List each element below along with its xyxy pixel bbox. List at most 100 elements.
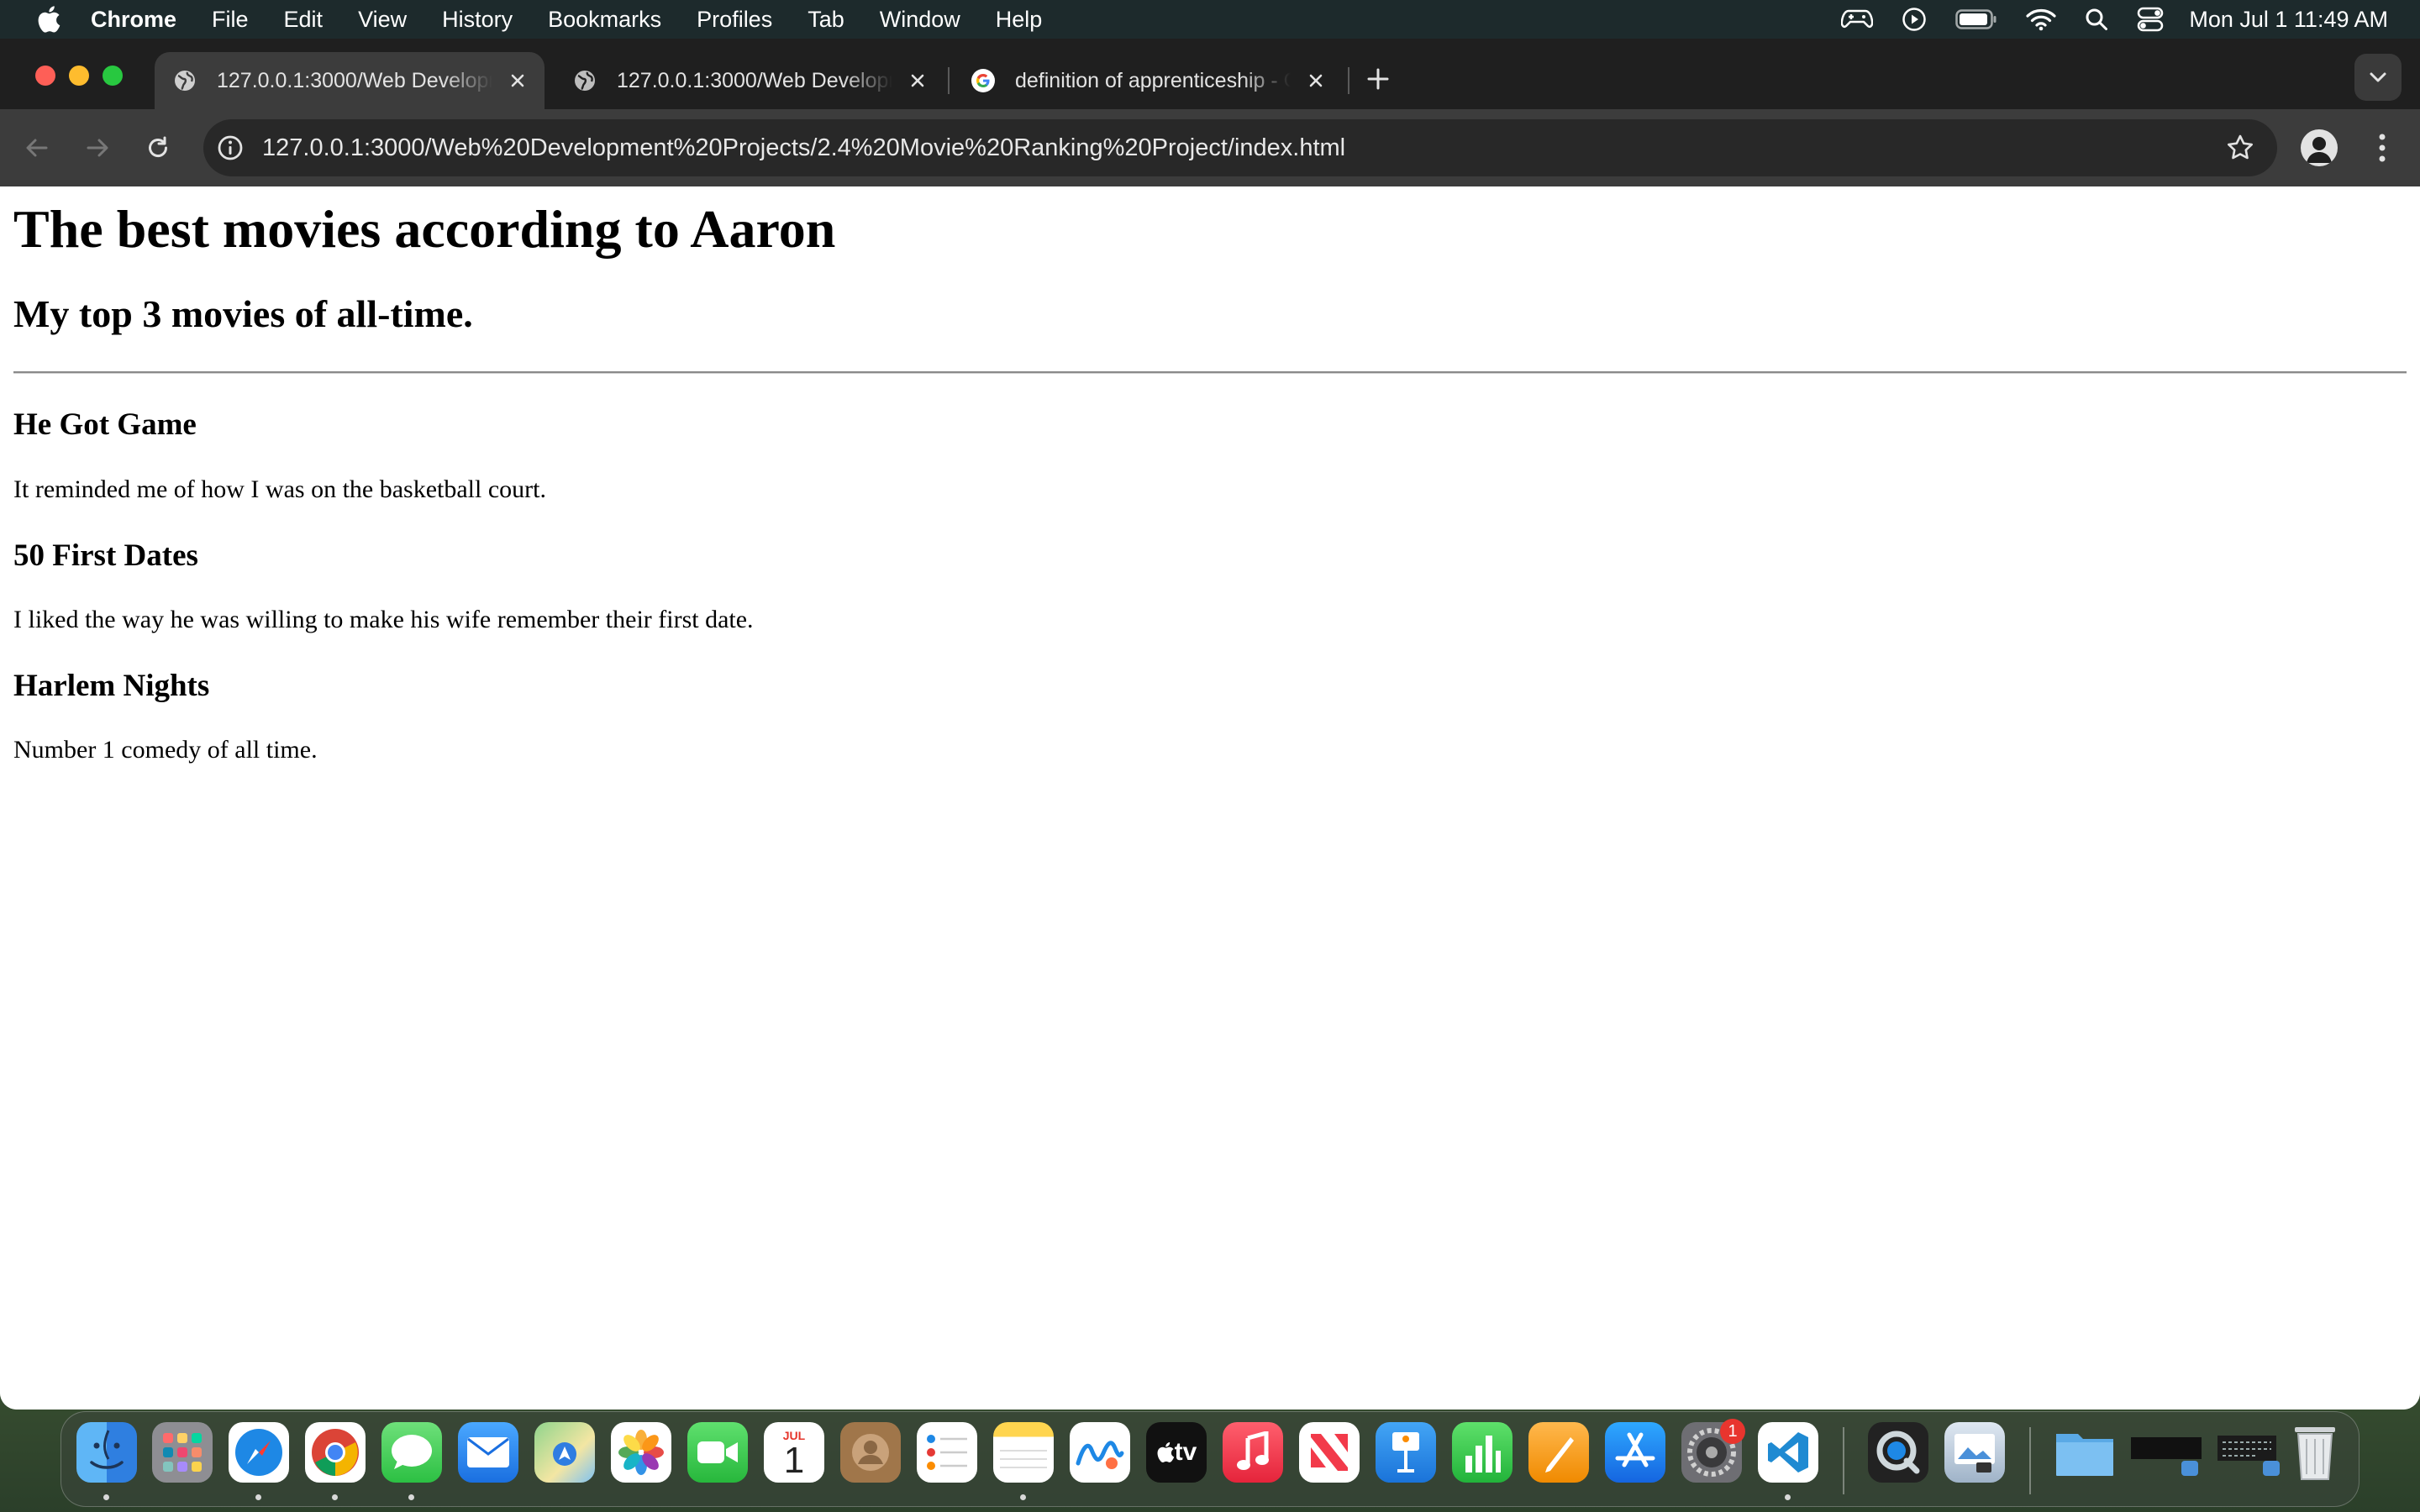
messages-icon[interactable] [381,1422,442,1483]
running-indicator [332,1494,338,1500]
new-tab-button[interactable] [1360,60,1397,97]
numbers-icon[interactable] [1452,1422,1512,1483]
movie-review: It reminded me of how I was on the baske… [13,475,546,504]
news-icon[interactable] [1299,1422,1360,1483]
globe-icon [171,67,198,94]
dock-divider [1843,1427,1844,1494]
vscode-icon[interactable] [1758,1422,1818,1483]
zoom-window-button[interactable] [103,66,123,86]
menu-view[interactable]: View [358,7,407,33]
menu-tab[interactable]: Tab [808,7,844,33]
finder-icon[interactable] [76,1422,137,1483]
apple-menu-icon[interactable] [32,3,66,36]
notification-badge: 1 [1720,1419,1745,1444]
preview-icon[interactable] [1944,1422,2005,1483]
contacts-icon[interactable] [840,1422,901,1483]
movie-review: I liked the way he was willing to make h… [13,606,754,634]
notes-icon[interactable] [993,1422,1054,1483]
safari-icon[interactable] [229,1422,289,1483]
chevron-down-icon [2370,72,2386,82]
apple-tv-icon[interactable]: tv [1146,1422,1207,1483]
back-button[interactable] [17,128,57,168]
keynote-icon[interactable] [1376,1422,1436,1483]
running-indicator [1785,1494,1791,1500]
dock-divider [2029,1427,2031,1494]
trash-icon[interactable] [2285,1422,2345,1483]
profile-avatar-icon[interactable] [2301,129,2338,166]
running-indicator [103,1494,109,1500]
tab-search-button[interactable] [2354,54,2402,101]
google-icon [970,67,997,94]
tab-title: 127.0.0.1:3000/Web Development Projects [617,68,892,92]
movie-title: 50 First Dates [13,538,198,573]
launchpad-icon[interactable] [152,1422,213,1483]
menu-history[interactable]: History [442,7,513,33]
pages-icon[interactable] [1528,1422,1589,1483]
freeform-icon[interactable] [1070,1422,1130,1483]
close-window-button[interactable] [35,66,55,86]
menu-edit[interactable]: Edit [284,7,324,33]
more-menu-icon[interactable] [2370,129,2395,166]
menu-profiles[interactable]: Profiles [697,7,772,33]
chrome-icon[interactable] [305,1422,366,1483]
quicktime-icon[interactable] [1868,1422,1928,1483]
tab-movie-ranking-active[interactable]: 127.0.0.1:3000/Web Development Projects [155,52,544,109]
control-center-icon[interactable] [2137,7,2164,32]
tab-close-icon[interactable] [1301,66,1331,96]
tab-close-icon[interactable] [902,66,933,96]
menu-bookmarks[interactable]: Bookmarks [548,7,661,33]
game-controller-icon[interactable] [1841,8,1874,30]
dock: JUL 1 tv 1 [60,1411,2360,1507]
bookmark-star-icon[interactable] [2223,131,2257,165]
forward-button[interactable] [77,128,118,168]
movie-entry: 50 First Dates I liked the way he was wi… [13,538,2407,635]
facetime-icon[interactable] [687,1422,748,1483]
play-circle-icon[interactable] [1902,7,1927,32]
reminders-icon[interactable] [917,1422,977,1483]
menu-window[interactable]: Window [880,7,960,33]
arrow-left-icon [26,139,48,157]
minimized-window-thumbnail[interactable] [2212,1422,2283,1483]
globe-icon [571,67,598,94]
tab-close-icon[interactable] [502,66,533,96]
menubar-clock[interactable]: Mon Jul 1 11:49 AM [2189,7,2388,33]
divider [13,371,2407,375]
calendar-day: 1 [783,1440,805,1481]
running-indicator [255,1494,261,1500]
arrow-right-icon [87,139,108,157]
tab-movie-ranking-second[interactable]: 127.0.0.1:3000/Web Development Projects [555,52,944,109]
photos-icon[interactable] [611,1422,671,1483]
downloads-folder-icon[interactable] [2054,1422,2115,1483]
minimized-window-thumbnail[interactable] [2131,1422,2202,1483]
menu-file[interactable]: File [212,7,249,33]
spotlight-search-icon[interactable] [2085,8,2108,31]
url-text[interactable]: 127.0.0.1:3000/Web%20Development%20Proje… [262,134,1345,162]
page-title: The best movies according to Aaron [13,199,836,259]
app-store-icon[interactable] [1605,1422,1665,1483]
wifi-icon[interactable] [2026,8,2056,31]
menu-bar: Chrome File Edit View History Bookmarks … [0,0,2420,39]
movie-review: Number 1 comedy of all time. [13,736,318,764]
tab-title: definition of apprenticeship - Google Se… [1015,68,1291,92]
web-page-content: The best movies according to Aaron My to… [0,186,2420,1410]
tab-strip: 127.0.0.1:3000/Web Development Projects … [0,39,2420,109]
tab-separator [948,67,950,94]
reload-button[interactable] [138,128,178,168]
minimize-window-button[interactable] [69,66,89,86]
movie-entry: Harlem Nights Number 1 comedy of all tim… [13,669,2407,765]
menu-help[interactable]: Help [996,7,1043,33]
browser-toolbar: 127.0.0.1:3000/Web%20Development%20Proje… [0,109,2420,186]
system-settings-icon[interactable]: 1 [1681,1419,1745,1483]
reload-icon [149,136,168,158]
battery-icon[interactable] [1955,8,1997,30]
tab-google-search[interactable]: definition of apprenticeship - Google Se… [953,52,1343,109]
tab-title: 127.0.0.1:3000/Web Development Projects [217,68,492,92]
menu-app-name[interactable]: Chrome [91,7,176,33]
mail-icon[interactable] [458,1422,518,1483]
movie-title: He Got Game [13,407,197,443]
address-bar[interactable]: 127.0.0.1:3000/Web%20Development%20Proje… [203,119,2277,176]
site-info-icon[interactable] [213,131,247,165]
calendar-icon[interactable]: JUL 1 [764,1422,824,1483]
music-icon[interactable] [1223,1422,1283,1483]
maps-icon[interactable] [534,1422,595,1483]
